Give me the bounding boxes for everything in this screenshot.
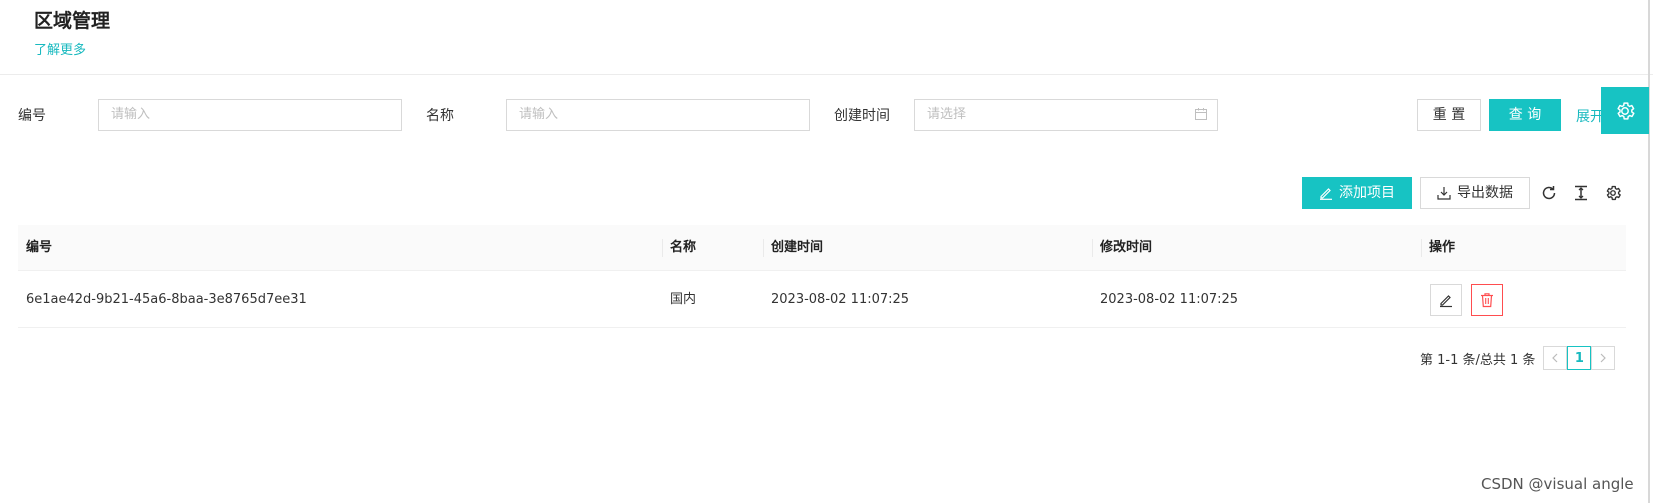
pagination-summary: 第 1-1 条/总共 1 条 xyxy=(1420,352,1536,368)
name-input-placeholder: 请输入 xyxy=(519,107,559,122)
scroll-edge xyxy=(1648,0,1650,503)
edit-icon xyxy=(1440,295,1452,308)
chevron-right-icon xyxy=(1600,353,1607,363)
watermark: CSDN @visual angle xyxy=(1481,475,1634,493)
edit-row-button[interactable] xyxy=(1430,284,1462,316)
gear-icon xyxy=(1617,101,1635,120)
filter-created-label: 创建时间 xyxy=(834,108,890,124)
reload-icon[interactable] xyxy=(1540,184,1558,202)
col-header-modified: 修改时间 xyxy=(1100,240,1153,255)
table-row: 6e1ae42d-9b21-45a6-8baa-3e8765d7ee31 国内 … xyxy=(18,271,1626,328)
cell-id: 6e1ae42d-9b21-45a6-8baa-3e8765d7ee31 xyxy=(26,292,307,307)
trash-icon xyxy=(1481,293,1493,308)
col-header-actions: 操作 xyxy=(1429,240,1456,255)
floating-setting-button[interactable] xyxy=(1601,87,1649,134)
page-number[interactable]: 1 xyxy=(1567,346,1592,370)
cell-created: 2023-08-02 11:07:25 xyxy=(771,292,910,307)
filter-id-label: 编号 xyxy=(18,108,46,124)
delete-row-button[interactable] xyxy=(1471,284,1503,316)
calendar-icon xyxy=(1195,108,1207,120)
data-table: 编号 名称 创建时间 修改时间 操作 6e1ae42d-9b21-45a6-8b… xyxy=(18,225,1626,328)
filter-name-label: 名称 xyxy=(426,108,454,124)
learn-more-link[interactable]: 了解更多 xyxy=(34,39,86,58)
query-button[interactable]: 查 询 xyxy=(1489,99,1561,131)
expand-link[interactable]: 展开 xyxy=(1576,106,1604,126)
export-data-label: 导出数据 xyxy=(1457,185,1513,201)
next-page-button[interactable] xyxy=(1591,346,1616,370)
download-icon xyxy=(1437,187,1451,200)
add-project-button[interactable]: 添加项目 xyxy=(1302,177,1412,209)
col-header-name: 名称 xyxy=(670,240,697,255)
export-data-button[interactable]: 导出数据 xyxy=(1420,177,1530,209)
cell-name: 国内 xyxy=(670,292,697,307)
setting-icon[interactable] xyxy=(1604,184,1622,202)
prev-page-button[interactable] xyxy=(1543,346,1568,370)
page-header: 区域管理 了解更多 xyxy=(0,0,1653,75)
column-height-icon[interactable] xyxy=(1572,184,1590,202)
col-header-created: 创建时间 xyxy=(771,240,824,255)
created-input-placeholder: 请选择 xyxy=(927,107,967,122)
chevron-left-icon xyxy=(1552,353,1558,363)
name-input[interactable]: 请输入 xyxy=(506,99,810,131)
page-title: 区域管理 xyxy=(34,10,111,32)
edit-icon xyxy=(1320,188,1332,200)
reset-button[interactable]: 重 置 xyxy=(1417,99,1481,131)
id-input[interactable]: 请输入 xyxy=(98,99,402,131)
pagination: 第 1-1 条/总共 1 条 1 xyxy=(1420,346,1616,370)
created-date-picker[interactable]: 请选择 xyxy=(914,99,1218,131)
col-header-id: 编号 xyxy=(26,240,53,255)
table-header: 编号 名称 创建时间 修改时间 操作 xyxy=(18,225,1626,271)
add-project-label: 添加项目 xyxy=(1339,185,1395,201)
id-input-placeholder: 请输入 xyxy=(111,107,151,122)
cell-modified: 2023-08-02 11:07:25 xyxy=(1100,292,1239,307)
